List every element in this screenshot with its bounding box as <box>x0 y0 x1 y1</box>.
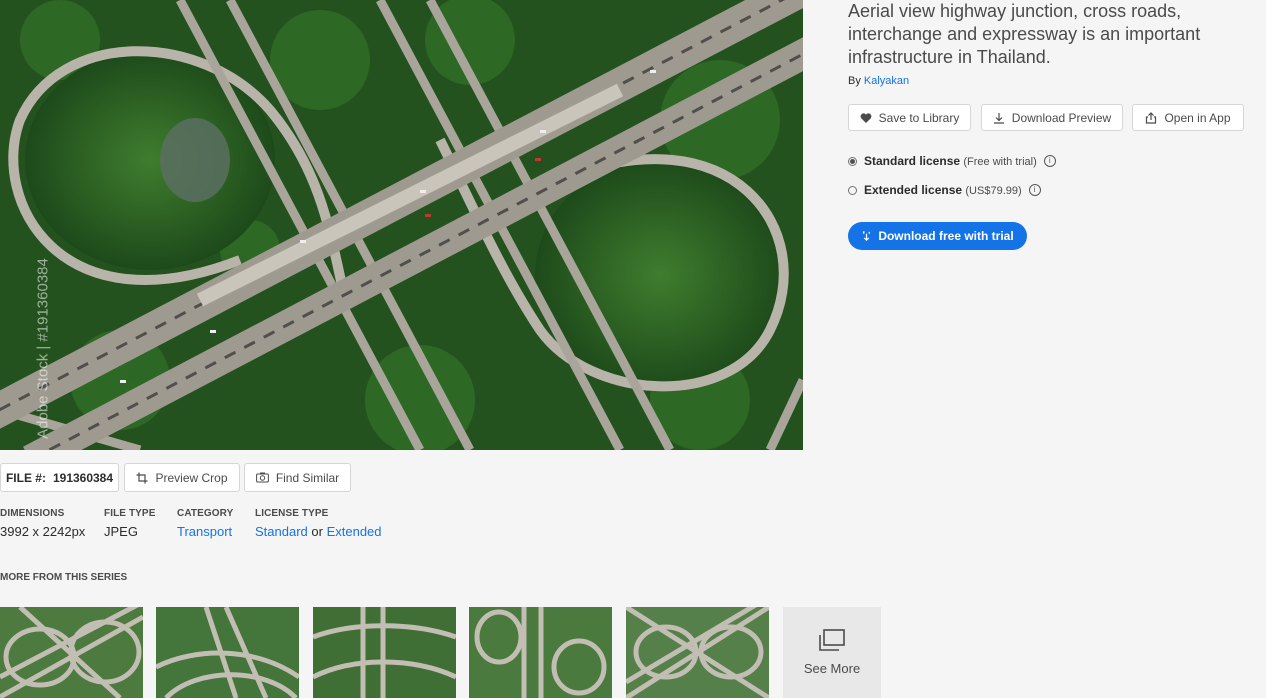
standard-license-detail: (Free with trial) <box>963 156 1037 168</box>
open-in-app-button[interactable]: Open in App <box>1132 104 1244 131</box>
standard-license-link[interactable]: Standard <box>255 524 308 539</box>
asset-title: Aerial view highway junction, cross road… <box>848 1 1201 67</box>
dimensions-value: 3992 x 2242px <box>0 524 86 539</box>
file-type-meta: FILE TYPE JPEG <box>104 508 155 539</box>
download-free-trial-button[interactable]: Download free with trial <box>848 222 1027 250</box>
byline: By Kalyakan <box>848 75 909 87</box>
license-type-label: LICENSE TYPE <box>255 508 329 519</box>
download-preview-button[interactable]: Download Preview <box>981 104 1123 131</box>
standard-license-radio[interactable] <box>848 156 857 166</box>
share-icon <box>1146 111 1157 124</box>
extended-license-detail: (US$79.99) <box>965 185 1022 197</box>
save-to-library-button[interactable]: Save to Library <box>848 104 971 131</box>
crop-icon <box>136 472 148 483</box>
standard-license-option[interactable]: Standard license (Free with trial) i <box>848 154 1056 168</box>
stack-icon <box>819 629 845 651</box>
extended-license-option[interactable]: Extended license (US$79.99) i <box>848 183 1041 197</box>
standard-license-name: Standard license <box>864 154 961 168</box>
license-or-text: or <box>311 524 323 539</box>
series-thumbnail[interactable] <box>156 607 299 698</box>
category-label: CATEGORY <box>177 508 234 519</box>
download-icon <box>993 112 1004 124</box>
series-thumbnail[interactable] <box>469 607 612 698</box>
see-more-label: See More <box>803 661 861 676</box>
category-meta: CATEGORY Transport <box>177 508 233 539</box>
series-thumbnail[interactable] <box>626 607 769 698</box>
see-more-button[interactable]: See More <box>783 607 881 698</box>
cart-download-icon <box>863 230 871 241</box>
camera-icon <box>255 472 269 483</box>
file-number-value: 191360384 <box>52 470 114 485</box>
download-free-trial-label: Download free with trial <box>878 229 1014 243</box>
preview-crop-button[interactable]: Preview Crop <box>124 463 240 492</box>
extended-license-radio[interactable] <box>848 185 857 195</box>
series-thumbnail[interactable] <box>0 607 143 698</box>
dimensions-meta: DIMENSIONS 3992 x 2242px <box>0 508 85 539</box>
preview-crop-label: Preview Crop <box>155 470 228 485</box>
info-icon[interactable]: i <box>1028 184 1041 196</box>
category-link[interactable]: Transport <box>177 524 232 539</box>
extended-license-name: Extended license <box>864 183 963 197</box>
save-to-library-label: Save to Library <box>878 110 960 125</box>
file-number-label: FILE #: <box>5 470 46 485</box>
find-similar-label: Find Similar <box>275 470 340 485</box>
dimensions-label: DIMENSIONS <box>0 508 65 519</box>
byline-prefix: By <box>848 75 861 87</box>
info-icon[interactable]: i <box>1043 155 1056 167</box>
download-preview-label: Download Preview <box>1011 110 1112 125</box>
heart-icon <box>860 112 872 123</box>
find-similar-button[interactable]: Find Similar <box>244 463 351 492</box>
file-type-value: JPEG <box>104 524 138 539</box>
image-watermark: Adobe Stock | #191360384 <box>34 258 52 439</box>
main-image[interactable]: Adobe Stock | #191360384 <box>0 0 803 450</box>
open-in-app-label: Open in App <box>1164 110 1231 125</box>
extended-license-link[interactable]: Extended <box>327 524 382 539</box>
series-heading: MORE FROM THIS SERIES <box>0 572 128 583</box>
series-thumbnail[interactable] <box>313 607 456 698</box>
file-number-chip: FILE #: 191360384 <box>0 463 119 492</box>
author-link[interactable]: Kalyakan <box>864 75 909 87</box>
license-type-meta: LICENSE TYPE Standard or Extended <box>255 508 382 539</box>
file-type-label: FILE TYPE <box>104 508 156 519</box>
